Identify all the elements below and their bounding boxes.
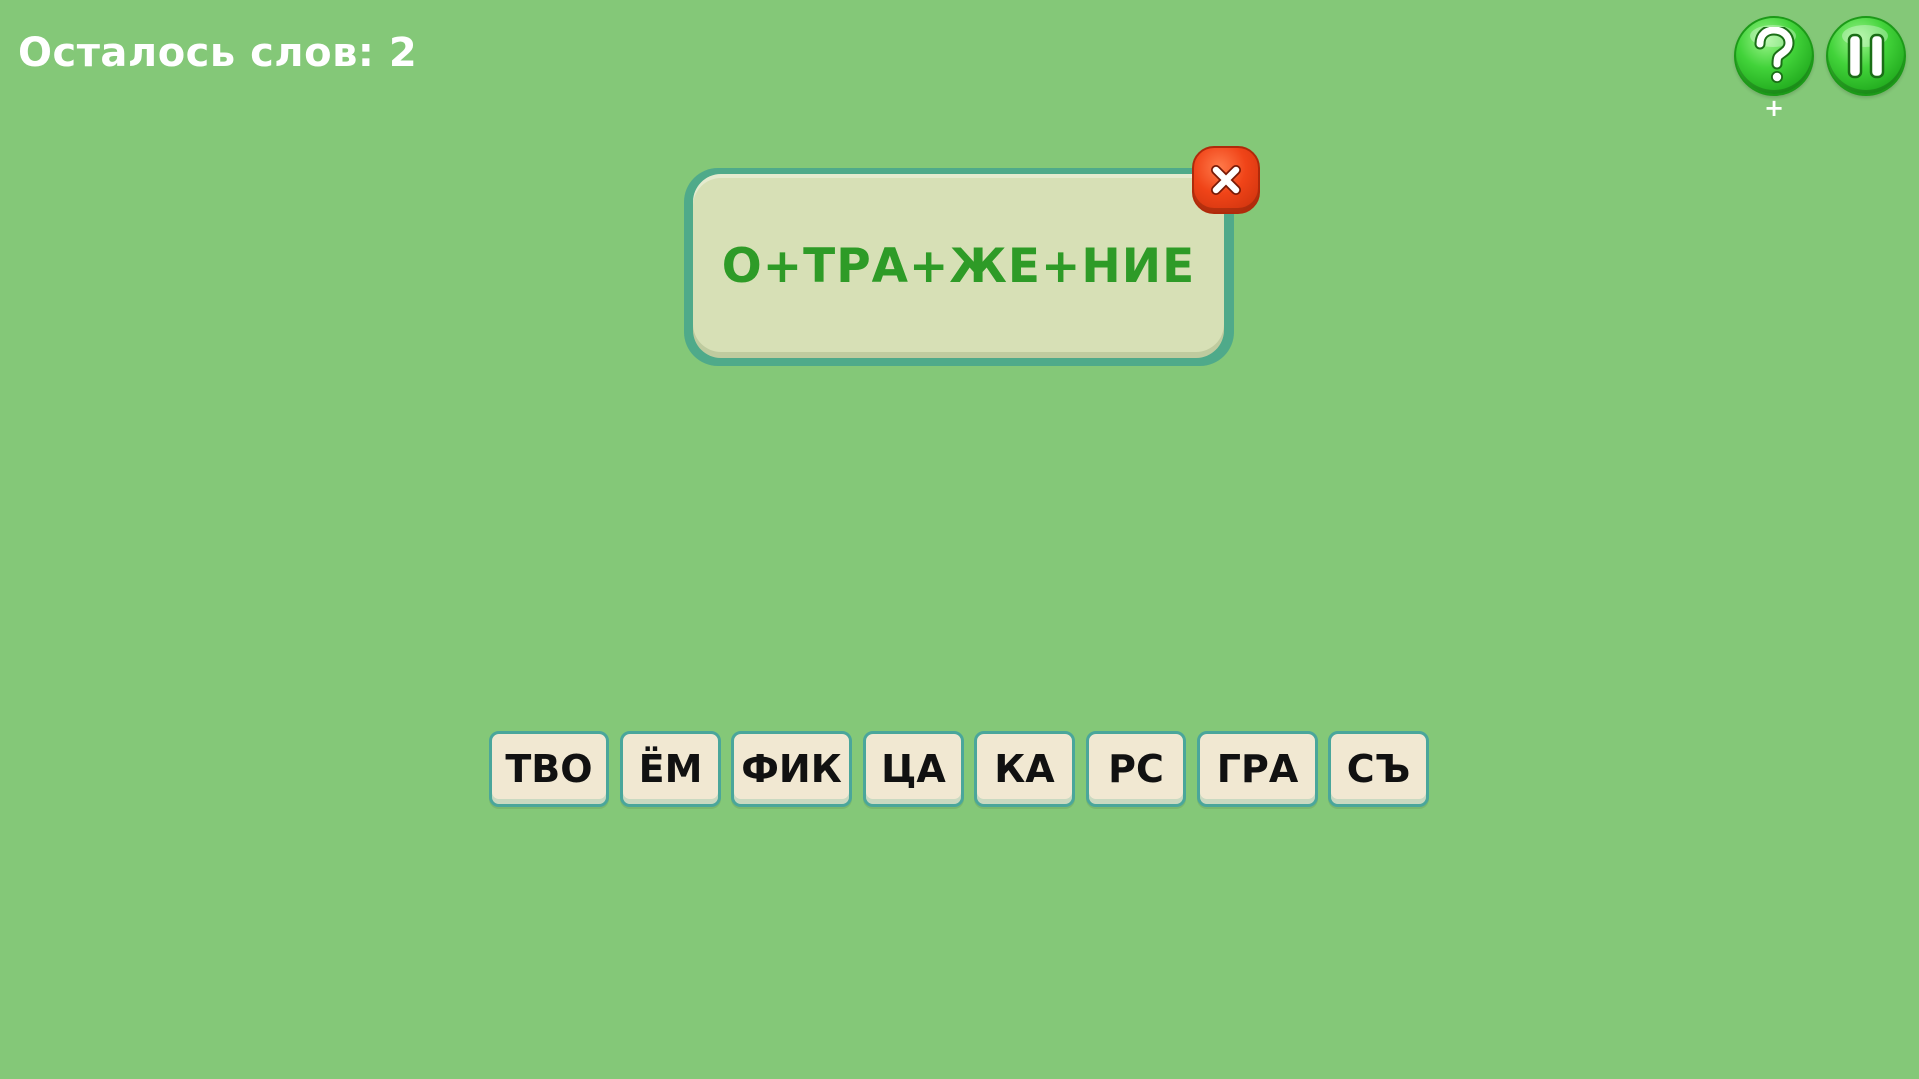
current-word: О+ТРА+ЖЕ+НИЕ: [721, 238, 1196, 294]
close-button[interactable]: [1192, 146, 1260, 214]
syllable-tile[interactable]: ТВО: [489, 731, 609, 807]
question-mark-icon: [1754, 27, 1795, 83]
syllable-tile[interactable]: РС: [1086, 731, 1186, 807]
syllable-tile[interactable]: ГРА: [1197, 731, 1318, 807]
close-x-icon: [1211, 165, 1241, 195]
syllable-tile[interactable]: СЪ: [1328, 731, 1429, 807]
word-panel-inner: О+ТРА+ЖЕ+НИЕ: [693, 174, 1224, 358]
word-panel: О+ТРА+ЖЕ+НИЕ: [684, 168, 1234, 366]
words-left-counter: Осталось слов: 2: [18, 30, 418, 76]
syllable-tiles: ТВО ЁМ ФИК ЦА КА РС ГРА СЪ: [0, 731, 1919, 807]
syllable-tile[interactable]: ЦА: [863, 731, 964, 807]
syllable-tile[interactable]: КА: [974, 731, 1075, 807]
syllable-tile[interactable]: ЁМ: [620, 731, 721, 807]
help-button[interactable]: [1734, 16, 1814, 96]
pause-icon: [1847, 33, 1885, 79]
pause-button[interactable]: [1826, 16, 1906, 96]
syllable-tile[interactable]: ФИК: [731, 731, 852, 807]
hint-plus-icon: +: [1764, 94, 1785, 122]
